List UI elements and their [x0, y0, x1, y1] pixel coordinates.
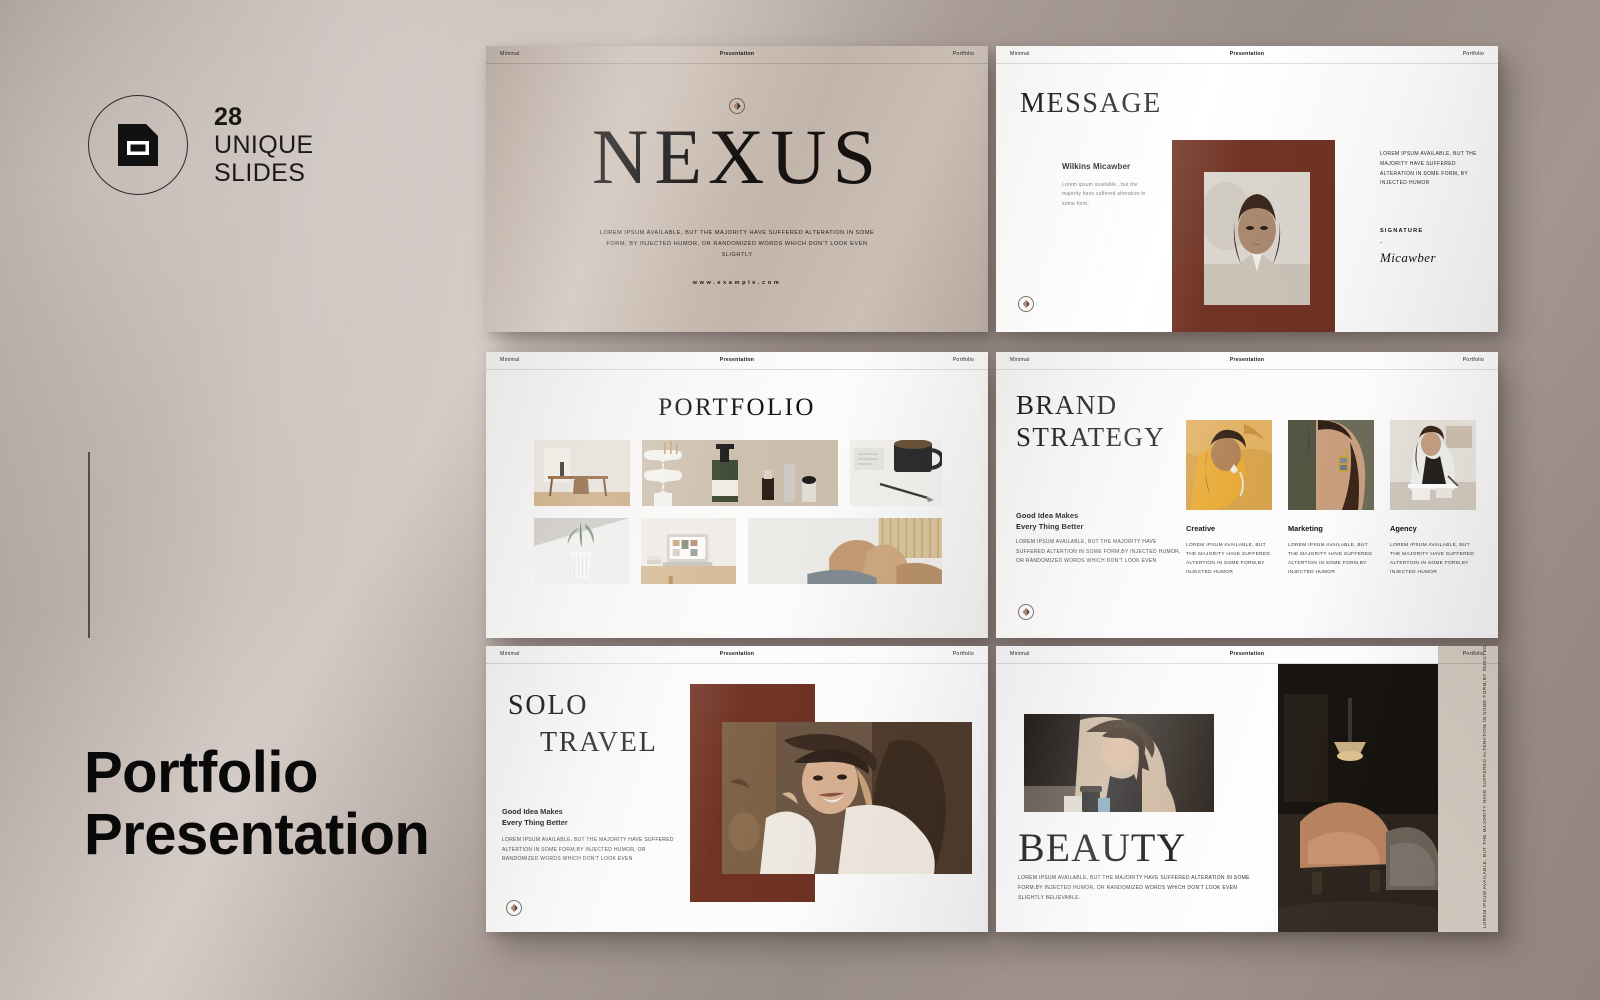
slide-title-line2: STRATEGY [1016, 421, 1166, 452]
person-block: Wilkins Micawber Lorem ipsum available.,… [1062, 162, 1154, 209]
slide-header-right: Portfolio [952, 651, 974, 657]
slide-header-center: Presentation [1229, 357, 1265, 363]
slide-header: Minimal Presentation Portfolio [996, 46, 1498, 64]
slide-header-right: Portfolio [952, 357, 974, 363]
slide-header-center: Presentation [719, 651, 755, 657]
beauty-vertical-caption: LOREM IPSUM AVAILABLE, BUT THE MAJORITY … [1478, 646, 1492, 928]
slide-title: PORTFOLIO [658, 394, 816, 421]
slide-header-center: Presentation [1229, 51, 1265, 57]
slide-thumbnail-solo-travel[interactable]: Minimal Presentation Portfolio SOLO TRAV… [486, 646, 988, 932]
portfolio-row [534, 440, 942, 506]
beauty-vertical-caption-text: LOREM IPSUM AVAILABLE, BUT THE MAJORITY … [1481, 646, 1487, 928]
slide-subtitle: LOREM IPSUM AVAILABLE, BUT THE MAJORITY … [599, 230, 875, 258]
slide-header: Minimal Presentation Portfolio [996, 352, 1498, 370]
slide-header-right: Portfolio [1462, 357, 1484, 363]
slide-title-line1: BRAND [1016, 390, 1118, 420]
slide-thumbnail-beauty[interactable]: Minimal Presentation Portfolio BEAUTY LO… [996, 646, 1498, 932]
portfolio-image-vase-plant[interactable] [534, 518, 630, 584]
slide-thumbnail-nexus[interactable]: Minimal Presentation Portfolio NEXUS LOR… [486, 46, 988, 332]
slide-url: www.example.com [692, 280, 782, 286]
person-body: Lorem ipsum available., but the majority… [1062, 182, 1146, 207]
slide-thumbnail-message[interactable]: Minimal Presentation Portfolio MESSAGE W… [996, 46, 1498, 332]
brand-column-marketing: Marketing LOREM IPSUM AVAILABLE, BUT THE… [1288, 420, 1374, 577]
slide-header-center: Presentation [1229, 651, 1265, 657]
slide-title: NEXUS [591, 113, 882, 200]
slide-grid: Minimal Presentation Portfolio NEXUS LOR… [0, 0, 1600, 1000]
brand-logo-icon [1018, 296, 1034, 312]
brand-column-heading: Creative [1186, 524, 1216, 533]
brand-logo-icon [1018, 604, 1034, 620]
brand-column-body: LOREM IPSUM AVAILABLE, BUT THE MAJORITY … [1390, 543, 1475, 576]
slide-lead-line1: Good Idea Makes [1016, 511, 1079, 520]
slide-body: LOREM IPSUM AVAILABLE, BUT THE MAJORITY … [1016, 539, 1181, 564]
portfolio-image-grid [534, 440, 943, 584]
slide-header: Minimal Presentation Portfolio [486, 46, 988, 64]
slide-header-center: Presentation [719, 357, 755, 363]
slide-header: Minimal Presentation Portfolio [486, 352, 988, 370]
portrait-photo [1204, 172, 1310, 305]
slide-header-right: Portfolio [952, 51, 974, 57]
slide-header-center: Presentation [719, 51, 755, 57]
brand-column-body: LOREM IPSUM AVAILABLE, BUT THE MAJORITY … [1288, 543, 1373, 576]
message-right-block: LOREM IPSUM AVAILABLE, BUT THE MAJORITY … [1380, 150, 1480, 189]
slide-title-line1: SOLO [508, 690, 589, 721]
portfolio-image-skincare[interactable] [642, 440, 838, 506]
slide-header: Minimal Presentation Portfolio [996, 646, 1498, 664]
beauty-photo-coffee[interactable] [1024, 714, 1214, 812]
brand-column-body: LOREM IPSUM AVAILABLE, BUT THE MAJORITY … [1186, 543, 1271, 576]
brand-column-heading: Marketing [1288, 524, 1323, 533]
brand-logo-icon [506, 900, 522, 916]
portfolio-image-dining-table[interactable] [534, 440, 630, 506]
brand-image-creative[interactable] [1186, 420, 1272, 510]
slide-lead-line2: Every Thing Better [1016, 522, 1084, 532]
signature-label: SIGNATURE [1380, 228, 1424, 234]
person-name: Wilkins Micawber [1062, 162, 1131, 171]
slide-lead-line1: Good Idea Makes [502, 807, 563, 816]
travel-photo[interactable] [722, 722, 972, 874]
slide-header-right: Portfolio [1462, 51, 1484, 57]
slide-lead-line2: Every Thing Better [502, 818, 568, 828]
slide-title: SOLO TRAVEL [502, 688, 658, 762]
portfolio-row [534, 518, 943, 584]
slide-body: LOREM IPSUM AVAILABLE, BUT THE MAJORITY … [502, 837, 674, 863]
slide-title: MESSAGE [1020, 88, 1162, 119]
slide-title: BRAND STRATEGY [1016, 390, 1165, 454]
slide-body: LOREM IPSUM AVAILABLE, BUT THE MAJORITY … [1018, 875, 1250, 901]
slide-thumbnail-portfolio[interactable]: Minimal Presentation Portfolio PORTFOLIO [486, 352, 988, 638]
slide-lead: Good Idea Makes Every Thing Better [1016, 510, 1084, 533]
slide-header: Minimal Presentation Portfolio [486, 646, 988, 664]
slide-title-line2: TRAVEL [540, 726, 658, 758]
signature-name: Micawber [1380, 250, 1436, 265]
brand-image-marketing[interactable] [1288, 420, 1374, 510]
brand-column-creative: Creative LOREM IPSUM AVAILABLE, BUT THE … [1186, 420, 1272, 577]
slide-thumbnail-brand-strategy[interactable]: Minimal Presentation Portfolio BRAND STR… [996, 352, 1498, 638]
brand-column-agency: Agency LOREM IPSUM AVAILABLE, BUT THE MA… [1390, 420, 1476, 577]
message-right-body: LOREM IPSUM AVAILABLE, BUT THE MAJORITY … [1380, 151, 1477, 187]
brand-columns: Creative LOREM IPSUM AVAILABLE, BUT THE … [1186, 420, 1478, 577]
beauty-photo-lounge[interactable] [1278, 664, 1438, 932]
brand-image-agency[interactable] [1390, 420, 1476, 510]
portfolio-image-laptop-desk[interactable] [641, 518, 737, 584]
signature-dash: - [1380, 240, 1382, 246]
slide-title: BEAUTY [1018, 825, 1187, 870]
slide-lead: Good Idea Makes Every Thing Better [502, 806, 568, 829]
brand-logo-icon [729, 98, 745, 114]
portfolio-image-sofa[interactable] [748, 518, 943, 584]
brand-column-heading: Agency [1390, 524, 1417, 533]
portfolio-image-mug-flatlay[interactable] [850, 440, 942, 506]
